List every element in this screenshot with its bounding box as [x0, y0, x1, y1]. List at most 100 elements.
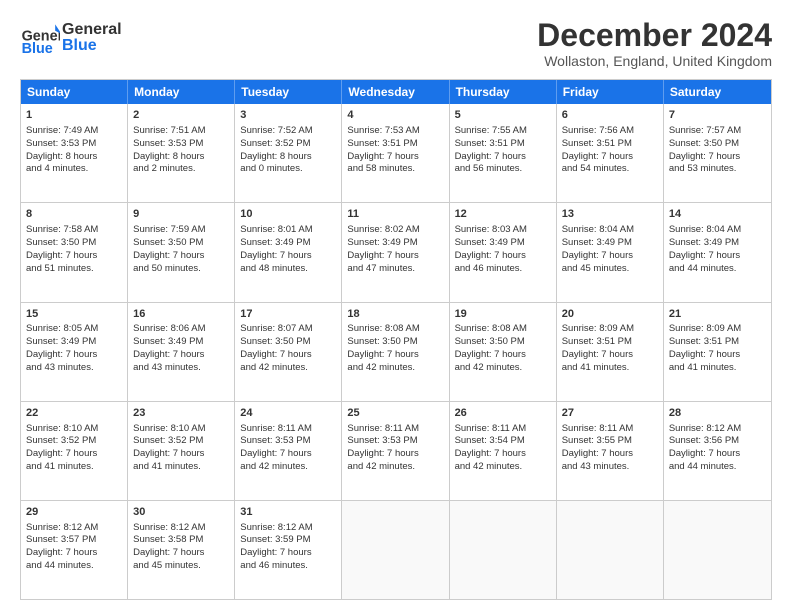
day-number: 27 — [562, 406, 658, 421]
day-info: Sunset: 3:49 PM — [26, 336, 122, 349]
svg-text:Blue: Blue — [22, 41, 53, 57]
calendar-cell: 25Sunrise: 8:11 AMSunset: 3:53 PMDayligh… — [342, 402, 449, 500]
page: General Blue General Blue December 2024 … — [0, 0, 792, 612]
calendar-header-friday: Friday — [557, 80, 664, 104]
day-number: 13 — [562, 207, 658, 222]
calendar-cell: 29Sunrise: 8:12 AMSunset: 3:57 PMDayligh… — [21, 501, 128, 599]
day-info: Sunset: 3:49 PM — [455, 237, 551, 250]
day-info: and 4 minutes. — [26, 163, 122, 176]
day-info: and 53 minutes. — [669, 163, 766, 176]
day-info: and 42 minutes. — [347, 362, 443, 375]
day-info: and 56 minutes. — [455, 163, 551, 176]
day-number: 22 — [26, 406, 122, 421]
day-info: and 44 minutes. — [26, 560, 122, 573]
day-info: Sunrise: 7:58 AM — [26, 224, 122, 237]
day-info: Sunrise: 8:02 AM — [347, 224, 443, 237]
day-info: Daylight: 7 hours — [669, 448, 766, 461]
day-info: Daylight: 7 hours — [240, 547, 336, 560]
logo-name: General Blue — [62, 22, 122, 54]
day-info: Daylight: 8 hours — [26, 151, 122, 164]
day-info: Sunrise: 7:57 AM — [669, 125, 766, 138]
day-info: Daylight: 7 hours — [669, 349, 766, 362]
day-info: Daylight: 7 hours — [133, 448, 229, 461]
day-info: Daylight: 7 hours — [455, 448, 551, 461]
day-number: 30 — [133, 505, 229, 520]
day-info: Sunset: 3:53 PM — [347, 435, 443, 448]
day-info: Daylight: 8 hours — [240, 151, 336, 164]
day-number: 29 — [26, 505, 122, 520]
calendar-header: SundayMondayTuesdayWednesdayThursdayFrid… — [21, 80, 771, 104]
day-info: Sunset: 3:49 PM — [562, 237, 658, 250]
calendar-week-1: 1Sunrise: 7:49 AMSunset: 3:53 PMDaylight… — [21, 104, 771, 203]
calendar-cell: 8Sunrise: 7:58 AMSunset: 3:50 PMDaylight… — [21, 203, 128, 301]
day-info: Daylight: 7 hours — [133, 250, 229, 263]
calendar-cell: 23 Sunrise: 8:10 AMSunset: 3:52 PMDayligh… — [128, 402, 235, 500]
day-info: Sunset: 3:57 PM — [26, 534, 122, 547]
day-info: and 42 minutes. — [240, 461, 336, 474]
day-info: Sunset: 3:49 PM — [133, 336, 229, 349]
calendar-cell: 2Sunrise: 7:51 AMSunset: 3:53 PMDaylight… — [128, 104, 235, 202]
day-info: Sunrise: 8:10 AM — [133, 423, 229, 436]
day-info: Sunrise: 8:11 AM — [455, 423, 551, 436]
day-info: Sunrise: 8:06 AM — [133, 323, 229, 336]
day-number: 14 — [669, 207, 766, 222]
calendar-cell: 10Sunrise: 8:01 AMSunset: 3:49 PMDayligh… — [235, 203, 342, 301]
day-info: Sunrise: 8:09 AM — [669, 323, 766, 336]
day-info: and 42 minutes. — [455, 461, 551, 474]
day-info: and 41 minutes. — [669, 362, 766, 375]
day-number: 15 — [26, 307, 122, 322]
day-info: Sunset: 3:51 PM — [455, 138, 551, 151]
day-info: Sunset: 3:50 PM — [669, 138, 766, 151]
day-info: and 47 minutes. — [347, 263, 443, 276]
logo-blue-text: Blue — [62, 38, 122, 54]
calendar-cell: 5Sunrise: 7:55 AMSunset: 3:51 PMDaylight… — [450, 104, 557, 202]
calendar-cell: 17Sunrise: 8:07 AMSunset: 3:50 PMDayligh… — [235, 303, 342, 401]
day-info: Sunrise: 8:12 AM — [669, 423, 766, 436]
calendar-cell: 27Sunrise: 8:11 AMSunset: 3:55 PMDayligh… — [557, 402, 664, 500]
day-number: 21 — [669, 307, 766, 322]
calendar-cell: 7 Sunrise: 7:57 AMSunset: 3:50 PMDaylight… — [664, 104, 771, 202]
day-info: Daylight: 7 hours — [562, 250, 658, 263]
day-info: Daylight: 7 hours — [669, 151, 766, 164]
logo: General Blue General Blue — [20, 18, 122, 58]
day-number: 23 — [133, 406, 229, 421]
day-info: Daylight: 7 hours — [240, 349, 336, 362]
calendar-cell: 15Sunrise: 8:05 AMSunset: 3:49 PMDayligh… — [21, 303, 128, 401]
calendar-cell: 20Sunrise: 8:09 AMSunset: 3:51 PMDayligh… — [557, 303, 664, 401]
calendar-cell: 1Sunrise: 7:49 AMSunset: 3:53 PMDaylight… — [21, 104, 128, 202]
day-info: and 0 minutes. — [240, 163, 336, 176]
calendar-cell: 4Sunrise: 7:53 AMSunset: 3:51 PMDaylight… — [342, 104, 449, 202]
calendar-body: 1Sunrise: 7:49 AMSunset: 3:53 PMDaylight… — [21, 104, 771, 599]
day-number: 7 — [669, 108, 766, 123]
day-info: and 2 minutes. — [133, 163, 229, 176]
day-number: 10 — [240, 207, 336, 222]
day-info: Sunrise: 8:04 AM — [669, 224, 766, 237]
day-number: 17 — [240, 307, 336, 322]
day-info: Daylight: 7 hours — [347, 151, 443, 164]
calendar-cell — [664, 501, 771, 599]
day-info: Sunset: 3:52 PM — [133, 435, 229, 448]
day-info: Daylight: 7 hours — [455, 250, 551, 263]
calendar-cell: 12Sunrise: 8:03 AMSunset: 3:49 PMDayligh… — [450, 203, 557, 301]
day-info: Daylight: 7 hours — [240, 448, 336, 461]
day-info: Sunset: 3:58 PM — [133, 534, 229, 547]
day-info: Sunset: 3:51 PM — [562, 336, 658, 349]
calendar-cell: 13Sunrise: 8:04 AMSunset: 3:49 PMDayligh… — [557, 203, 664, 301]
calendar-cell: 16Sunrise: 8:06 AMSunset: 3:49 PMDayligh… — [128, 303, 235, 401]
day-info: and 51 minutes. — [26, 263, 122, 276]
calendar-header-thursday: Thursday — [450, 80, 557, 104]
day-info: and 43 minutes. — [562, 461, 658, 474]
day-info: Sunset: 3:56 PM — [669, 435, 766, 448]
day-info: Sunset: 3:53 PM — [26, 138, 122, 151]
calendar-cell: 14Sunrise: 8:04 AMSunset: 3:49 PMDayligh… — [664, 203, 771, 301]
day-number: 28 — [669, 406, 766, 421]
day-info: Sunset: 3:50 PM — [133, 237, 229, 250]
day-number: 18 — [347, 307, 443, 322]
day-info: and 45 minutes. — [133, 560, 229, 573]
day-info: Sunset: 3:52 PM — [26, 435, 122, 448]
day-info: Daylight: 7 hours — [26, 250, 122, 263]
day-info: and 46 minutes. — [240, 560, 336, 573]
calendar-header-monday: Monday — [128, 80, 235, 104]
day-info: Sunset: 3:51 PM — [562, 138, 658, 151]
day-info: Daylight: 7 hours — [26, 349, 122, 362]
